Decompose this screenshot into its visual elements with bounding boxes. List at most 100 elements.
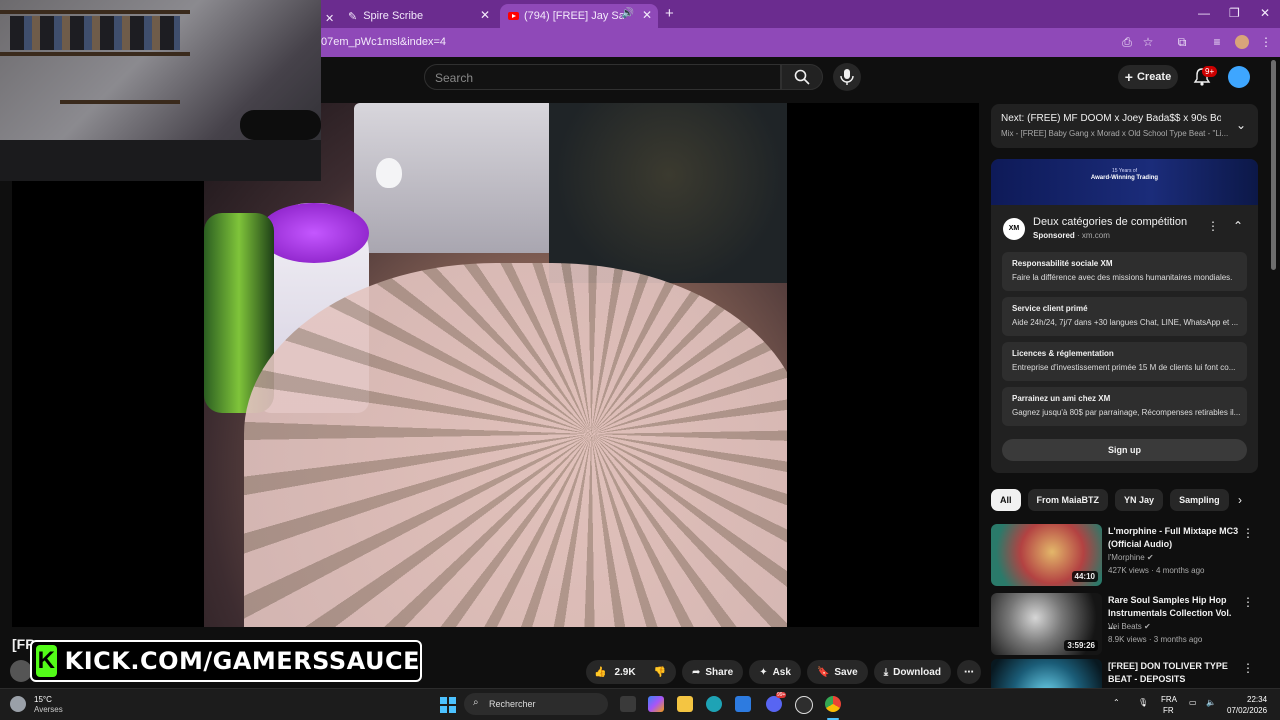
- recommendation-meta: 8.9K views · 3 months ago: [1108, 635, 1203, 644]
- url-field[interactable]: 07em_pWc1msl&index=4: [321, 36, 446, 48]
- file-explorer-icon[interactable]: [677, 696, 693, 712]
- minimize-icon[interactable]: —: [1198, 6, 1210, 20]
- page-scrollbar[interactable]: [1271, 60, 1276, 270]
- bookmark-star-icon[interactable]: ☆: [1141, 35, 1155, 49]
- close-tab-icon[interactable]: ✕: [325, 6, 334, 30]
- recommendation-item[interactable]: [FREE] DON TOLIVER TYPE BEAT - DEPOSITS …: [991, 659, 1258, 688]
- sponsored-label: Sponsored: [1033, 231, 1075, 240]
- keyboard-layout[interactable]: FR: [1163, 706, 1174, 715]
- discord-icon[interactable]: [766, 696, 782, 712]
- thumbs-down-icon[interactable]: 👎: [654, 667, 666, 678]
- ad-sitelink[interactable]: Responsabilité sociale XM Faire la diffé…: [1002, 252, 1247, 291]
- recommendation-item[interactable]: 44:10 L'morphine - Full Mixtape MC3 (Off…: [991, 524, 1258, 588]
- video-thumbnail[interactable]: 3:59:26: [991, 593, 1102, 655]
- weather-icon[interactable]: [10, 696, 26, 712]
- save-button[interactable]: 🔖 Save: [806, 660, 868, 684]
- next-up-card[interactable]: Next: (FREE) MF DOOM x Joey Bada$$ x 90s…: [991, 104, 1258, 148]
- weather-temperature: 15°C: [34, 695, 52, 704]
- voice-search-button[interactable]: [833, 63, 861, 91]
- chevron-down-icon[interactable]: ⌄: [1236, 118, 1246, 132]
- clock-time[interactable]: 22:34: [1247, 695, 1267, 704]
- channel-name: l'Morphine: [1108, 553, 1145, 562]
- video-thumbnail[interactable]: [991, 659, 1102, 688]
- ad-banner[interactable]: 15 Years of Award-Winning Trading: [991, 159, 1258, 205]
- more-options-icon[interactable]: ⋮: [1242, 526, 1254, 540]
- chip-yn-jay[interactable]: YN Jay: [1115, 489, 1164, 511]
- restore-icon[interactable]: ❐: [1229, 6, 1240, 20]
- chip-from-maiabtz[interactable]: From MaiaBTZ: [1027, 489, 1109, 511]
- mic-tray-icon[interactable]: 🎙: [1138, 698, 1148, 707]
- taskbar-search-label: Rechercher: [489, 699, 536, 709]
- language-code[interactable]: FRA: [1161, 695, 1177, 704]
- tab-label: Spire Scribe: [363, 10, 424, 22]
- close-tab-icon[interactable]: ✕: [480, 8, 490, 22]
- profile-avatar-icon[interactable]: [1235, 35, 1249, 49]
- chevron-right-icon[interactable]: ›: [1238, 493, 1242, 507]
- tab-spire-scribe[interactable]: ✎ Spire Scribe ✕: [322, 4, 496, 28]
- shelf-shape: [60, 100, 180, 104]
- search-input[interactable]: Search: [424, 64, 781, 90]
- media-icon[interactable]: ≡: [1210, 35, 1224, 49]
- kick-overlay-banner: K KICK.COM/GAMERSSAUCE: [30, 640, 422, 682]
- verified-icon: ✔: [1146, 553, 1154, 562]
- ad-title[interactable]: Deux catégories de compétition: [1033, 216, 1187, 228]
- recommendation-item[interactable]: 3:59:26 Rare Soul Samples Hip Hop Instru…: [991, 593, 1258, 657]
- window-close-icon[interactable]: ✕: [1260, 6, 1270, 20]
- more-options-icon[interactable]: ⋮: [1242, 595, 1254, 609]
- filter-chips: All From MaiaBTZ YN Jay Sampling: [991, 489, 1236, 511]
- chrome-icon[interactable]: [825, 696, 841, 712]
- volume-icon[interactable]: 🔈: [1206, 698, 1216, 707]
- thumbs-up-icon[interactable]: 👍: [594, 667, 606, 678]
- tray-overflow-icon[interactable]: ⌃: [1113, 698, 1120, 707]
- cup-lid-shape: [259, 203, 369, 263]
- ad-menu-icon[interactable]: ⋮: [1207, 219, 1219, 233]
- download-button[interactable]: ⤓ Download: [873, 660, 951, 684]
- copilot-icon[interactable]: [648, 696, 664, 712]
- share-button[interactable]: ➦ Share: [682, 660, 744, 684]
- obs-icon[interactable]: [795, 696, 813, 714]
- install-icon[interactable]: ⎙: [1120, 35, 1134, 49]
- desk-shape: [0, 140, 321, 181]
- windows-start-icon[interactable]: [440, 697, 456, 713]
- sponsored-ad-card: 15 Years of Award-Winning Trading XM Deu…: [991, 159, 1258, 473]
- speaker-icon[interactable]: 🔊: [622, 8, 634, 19]
- edge-icon[interactable]: [706, 696, 722, 712]
- ask-button[interactable]: ✦ Ask: [749, 660, 801, 684]
- youtube-icon: [508, 12, 519, 20]
- ad-sitelink[interactable]: Licences & réglementation Entreprise d'i…: [1002, 342, 1247, 381]
- share-icon: ➦: [692, 666, 701, 678]
- network-icon[interactable]: ▭: [1189, 698, 1197, 707]
- sitelink-heading: Parrainez un ami chez XM: [1012, 394, 1111, 403]
- more-actions-button[interactable]: ⋯: [956, 660, 981, 684]
- chevron-up-icon[interactable]: ⌃: [1233, 219, 1243, 233]
- account-avatar[interactable]: [1228, 66, 1250, 88]
- extensions-icon[interactable]: ⧉: [1175, 35, 1189, 49]
- new-tab-icon[interactable]: +: [665, 5, 674, 22]
- sitelink-heading: Responsabilité sociale XM: [1012, 259, 1113, 268]
- search-button[interactable]: [781, 64, 823, 90]
- ad-sitelink[interactable]: Service client primé Aide 24h/24, 7j/7 d…: [1002, 297, 1247, 336]
- sitelink-description: Faire la différence avec des missions hu…: [1012, 273, 1233, 282]
- video-thumbnail[interactable]: 44:10: [991, 524, 1102, 586]
- create-button[interactable]: + Create: [1118, 65, 1178, 89]
- sign-up-button[interactable]: Sign up: [1002, 439, 1247, 461]
- channel-avatar[interactable]: [10, 660, 32, 682]
- menu-kebab-icon[interactable]: ⋮: [1259, 35, 1273, 49]
- clock-date[interactable]: 07/02/2026: [1227, 706, 1267, 715]
- sitelink-heading: Service client primé: [1012, 304, 1088, 313]
- taskbar-search[interactable]: ⌕ Rechercher: [464, 693, 608, 715]
- chip-all[interactable]: All: [991, 489, 1021, 511]
- store-icon[interactable]: [735, 696, 751, 712]
- search-icon: [794, 69, 810, 85]
- chip-sampling[interactable]: Sampling: [1170, 489, 1229, 511]
- ad-sitelink[interactable]: Parrainez un ami chez XM Gagnez jusqu'à …: [1002, 387, 1247, 426]
- video-player[interactable]: [12, 103, 979, 627]
- like-count[interactable]: 2.9K: [614, 667, 635, 678]
- more-options-icon[interactable]: ⋮: [1242, 661, 1254, 675]
- tab-youtube-video[interactable]: (794) [FREE] Jay Sample Type 🔊 ✕: [500, 4, 658, 28]
- task-view-icon[interactable]: [620, 696, 636, 712]
- search-placeholder: Search: [435, 71, 474, 85]
- ad-domain: · xm.com: [1077, 231, 1110, 240]
- close-tab-icon[interactable]: ✕: [642, 8, 652, 22]
- download-label: Download: [893, 666, 941, 678]
